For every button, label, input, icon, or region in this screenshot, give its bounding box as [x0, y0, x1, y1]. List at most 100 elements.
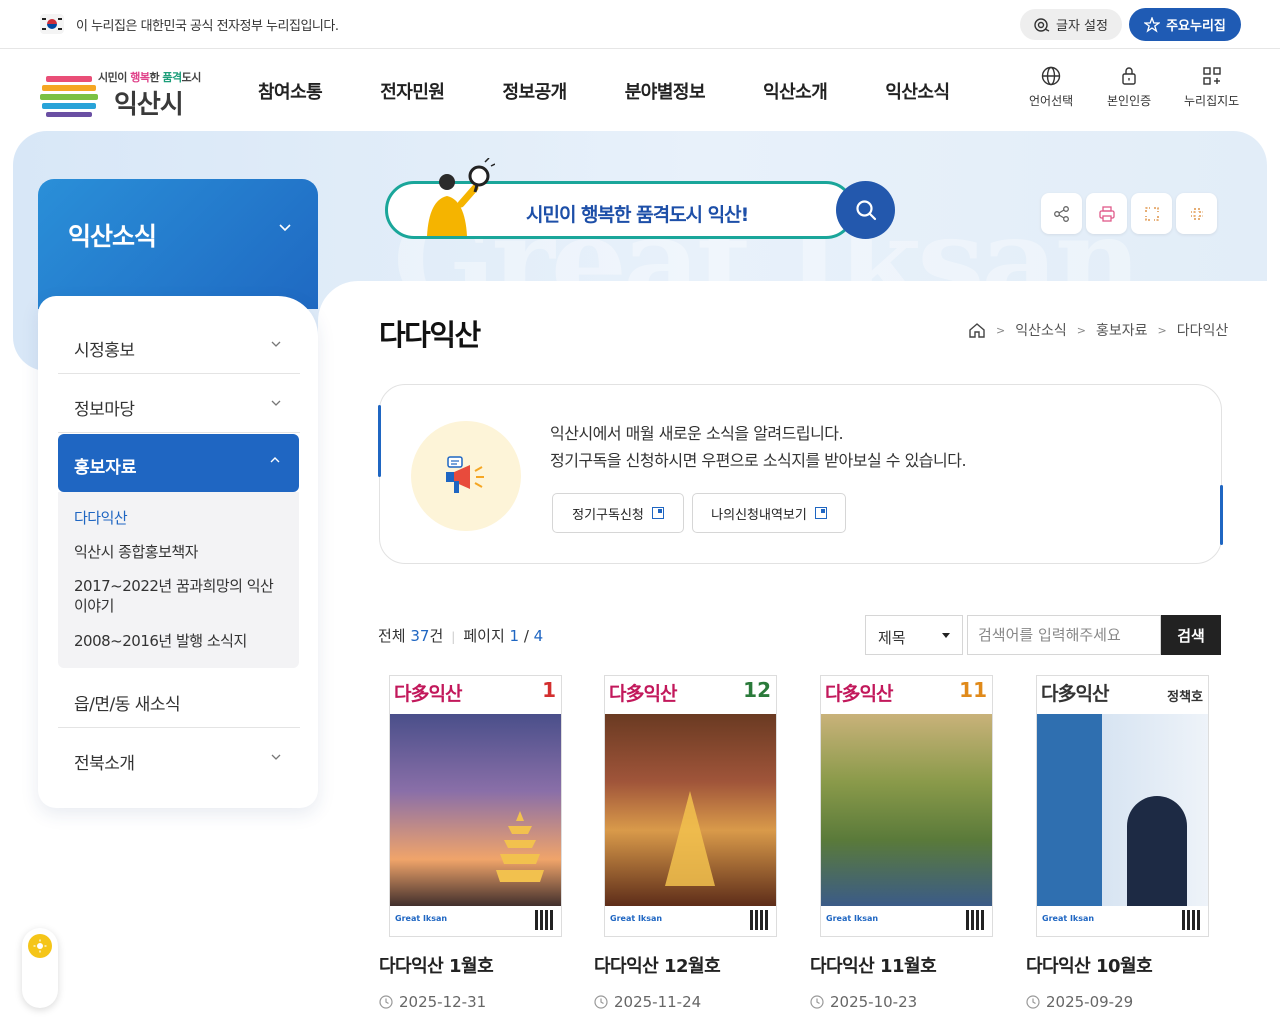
lnb-item-pr-materials[interactable]: 홍보자료 — [58, 434, 299, 492]
cover-brand: 다多익산 — [394, 683, 462, 705]
page-current: 1 — [509, 627, 520, 645]
gnb-fields[interactable]: 분야별정보 — [625, 78, 706, 104]
cover-issue: 11 — [959, 678, 987, 702]
main-navigation: 참여소통 전자민원 정보공개 분야별정보 익산소개 익산소식 — [258, 78, 1008, 104]
chevron-down-icon — [271, 341, 281, 347]
hero-search-button[interactable] — [836, 181, 895, 239]
card-title[interactable]: 다다익산 12월호 — [594, 952, 721, 978]
expand-icon — [1144, 206, 1159, 221]
cover-photo — [821, 714, 992, 908]
breadcrumb-separator: > — [1157, 323, 1167, 337]
search-icon — [855, 200, 876, 221]
lnb-item-label: 홍보자료 — [74, 458, 137, 478]
clock-icon — [379, 995, 393, 1009]
person-magnifier-illustration — [427, 158, 495, 236]
sitemap-button[interactable]: 누리집지도 — [1184, 66, 1239, 109]
globe-icon — [1041, 66, 1061, 86]
gnb-information[interactable]: 정보공개 — [503, 78, 568, 104]
logo-name: 익산시 — [114, 90, 184, 120]
page-title: 다다익산 — [379, 318, 481, 352]
site-header: 시민이 행복한 품격도시 익산시 참여소통 전자민원 정보공개 분야별정보 익산… — [0, 50, 1280, 130]
card-title[interactable]: 다다익산 11월호 — [810, 952, 937, 978]
magazine-cover[interactable]: 다多익산 정책호 Great Iksan — [1036, 675, 1209, 937]
subscribe-button[interactable]: 정기구독신청 — [552, 493, 684, 533]
search-field-select[interactable]: 제목 — [865, 615, 963, 655]
subscribe-label: 정기구독신청 — [572, 507, 644, 523]
gnb-participation[interactable]: 참여소통 — [258, 78, 323, 104]
page-total: 4 — [533, 627, 544, 645]
lnb-item-info[interactable]: 정보마당 — [58, 375, 300, 433]
breadcrumb-item[interactable]: 다다익산 — [1177, 320, 1229, 340]
search-input[interactable] — [967, 615, 1161, 655]
external-link-icon — [651, 507, 664, 519]
chevron-down-icon — [271, 400, 281, 406]
theme-toggle[interactable] — [22, 928, 58, 1008]
info-box: 익산시에서 매월 새로운 소식을 알려드립니다. 정기구독을 신청하시면 우편으… — [378, 384, 1223, 564]
lnb-sub-dadaiksan[interactable]: 다다익산 — [74, 508, 274, 528]
sitemap-label: 누리집지도 — [1184, 94, 1240, 108]
lnb-submenu: 다다익산 익산시 종합홍보책자 2017~2022년 꿈과희망의 익산이야기 2… — [58, 492, 299, 668]
lnb-item-city-pr[interactable]: 시정홍보 — [58, 316, 300, 374]
lnb-item-town-news[interactable]: 읍/면/동 새소식 — [58, 670, 300, 728]
search-button[interactable]: 검색 — [1161, 615, 1221, 655]
zoom-out-button[interactable] — [1176, 193, 1217, 234]
iksan-logo[interactable]: 시민이 행복한 품격도시 익산시 — [38, 66, 218, 120]
language-select-button[interactable]: 언어선택 — [1029, 66, 1073, 109]
card-title[interactable]: 다다익산 10월호 — [1026, 952, 1153, 978]
cover-issue: 12 — [743, 678, 771, 702]
lock-icon — [1122, 67, 1136, 85]
gov-notice-text: 이 누리집은 대한민국 공식 전자정부 누리집입니다. — [76, 19, 339, 34]
lnb-title: 익산소식 — [68, 222, 157, 251]
lnb-item-label: 전북소개 — [74, 754, 135, 774]
chevron-up-icon — [270, 457, 280, 463]
korea-flag-icon — [40, 14, 64, 34]
chevron-down-icon — [279, 224, 291, 232]
card-date: 2025-10-23 — [810, 993, 917, 1011]
cover-issue: 정책호 — [1167, 690, 1203, 705]
cover-brand: 다多익산 — [1041, 683, 1109, 705]
my-subscription-label: 나의신청내역보기 — [711, 507, 807, 523]
lnb-item-jeonbuk[interactable]: 전북소개 — [58, 729, 300, 787]
qr-code-icon — [535, 910, 555, 930]
magazine-cover[interactable]: 다多익산 12 Great Iksan — [604, 675, 777, 937]
breadcrumb-item[interactable]: 홍보자료 — [1096, 320, 1148, 340]
magazine-cover[interactable]: 다多익산 11 Great Iksan — [820, 675, 993, 937]
info-text-line2: 정기구독을 신청하시면 우편으로 소식지를 받아보실 수 있습니다. — [550, 451, 967, 470]
sun-icon — [28, 934, 52, 958]
person-photo — [1127, 796, 1187, 906]
zoom-in-button[interactable] — [1131, 193, 1172, 234]
gnb-civil-service[interactable]: 전자민원 — [380, 78, 445, 104]
main-sites-button[interactable]: 주요누리집 — [1129, 8, 1241, 41]
lnb-menu: 시정홍보 정보마당 홍보자료 다다익산 익산시 종합홍보책자 2017~2022… — [38, 296, 318, 808]
magazine-cover[interactable]: 다多익산 1 Great Iksan — [389, 675, 562, 937]
lnb-sub-newsletter[interactable]: 2008~2016년 발행 소식지 — [74, 631, 274, 651]
breadcrumb-item[interactable]: 익산소식 — [1015, 320, 1067, 340]
lnb-item-label: 읍/면/동 새소식 — [74, 695, 181, 715]
card-date: 2025-12-31 — [379, 993, 486, 1011]
logo-tagline: 시민이 행복한 품격도시 — [98, 71, 201, 84]
lnb-header[interactable]: 익산소식 — [38, 179, 318, 309]
breadcrumb-separator: > — [1076, 323, 1086, 337]
gnb-iksan-news[interactable]: 익산소식 — [885, 78, 950, 104]
clock-icon — [594, 995, 608, 1009]
card-date: 2025-11-24 — [594, 993, 701, 1011]
card-date: 2025-09-29 — [1026, 993, 1133, 1011]
pagoda-illustration — [496, 811, 544, 882]
home-icon[interactable] — [968, 322, 986, 339]
share-button[interactable] — [1041, 193, 1082, 234]
select-value: 제목 — [878, 629, 906, 647]
lnb-item-label: 시정홍보 — [74, 341, 135, 361]
share-icon — [1053, 205, 1069, 222]
font-setting-button[interactable]: 글자 설정 — [1020, 9, 1122, 40]
lnb-sub-story[interactable]: 2017~2022년 꿈과희망의 익산이야기 — [74, 576, 274, 616]
qr-code-icon — [1182, 910, 1202, 930]
my-subscription-button[interactable]: 나의신청내역보기 — [692, 493, 846, 533]
print-button[interactable] — [1086, 193, 1127, 234]
lnb-sub-brochure[interactable]: 익산시 종합홍보책자 — [74, 542, 274, 562]
clock-icon — [1026, 995, 1040, 1009]
gnb-about-iksan[interactable]: 익산소개 — [763, 78, 828, 104]
auth-button[interactable]: 본인인증 — [1107, 66, 1151, 109]
card-title[interactable]: 다다익산 1월호 — [379, 952, 494, 978]
sitemap-icon — [1202, 67, 1221, 85]
logo-mark-icon — [40, 76, 98, 117]
